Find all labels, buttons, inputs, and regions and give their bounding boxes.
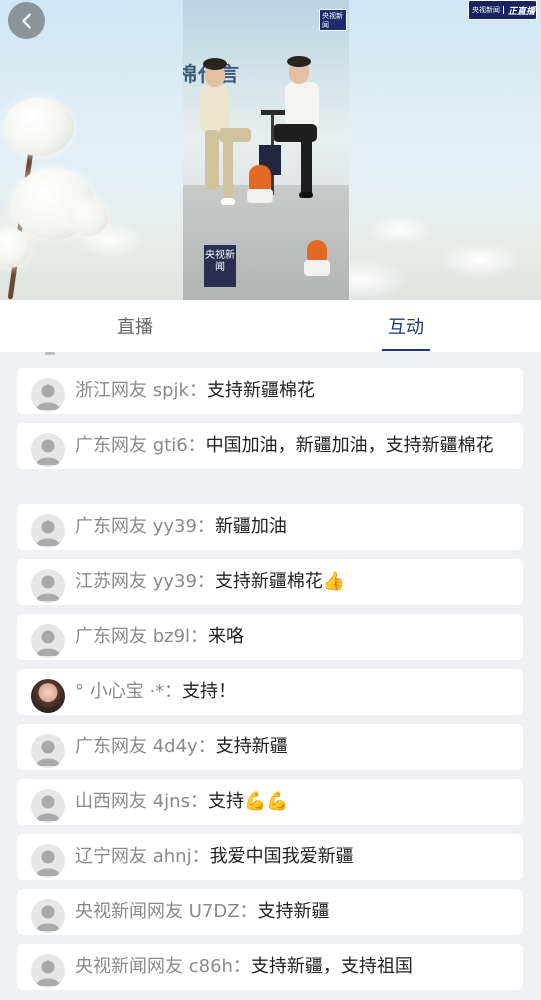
comment-item: 江苏网友 yy39：支持新疆棉花👍 (17, 559, 523, 605)
robot-mascot (249, 165, 271, 191)
comment-text: 支持新疆棉花👍 (214, 571, 346, 592)
comment-username: 广东网友 4d4y： (75, 736, 216, 757)
default-avatar-icon (31, 624, 65, 658)
live-stream-frame[interactable]: 棉代言 央视新闻 央视新闻 (183, 0, 349, 300)
comment-text: 来咯 (208, 626, 245, 647)
active-tab-indicator (382, 349, 430, 351)
default-avatar-icon (31, 734, 65, 768)
user-photo-avatar (31, 679, 65, 713)
cctv-corner-badge: 央视新闻 (319, 9, 347, 31)
live-badge: 央视新闻 正直播 (468, 0, 537, 20)
comment-username: 广东网友 gti6： (75, 435, 206, 456)
comment-item: 央视新闻网友 U7DZ：支持新疆 (17, 889, 523, 935)
comment-username: ° 小心宝 ·*： (75, 681, 183, 702)
tab-bar: 直播 互动 (0, 300, 541, 352)
default-avatar-icon (31, 514, 65, 548)
comment-item: 广东网友 yy39：新疆加油 (17, 504, 523, 550)
default-avatar-icon (31, 899, 65, 933)
default-avatar-icon (31, 844, 65, 878)
comment-username: 江苏网友 yy39： (75, 571, 215, 592)
scroll-peek-marker (45, 352, 55, 355)
default-avatar-icon (31, 789, 65, 823)
comment-item: 广东网友 bz9l：来咯 (17, 614, 523, 660)
comment-item: 广东网友 gti6：中国加油，新疆加油，支持新疆棉花 (17, 423, 523, 469)
comment-text: 支持💪💪 (207, 791, 289, 812)
comment-item: 央视新闻网友 c86h：支持新疆，支持祖国 (17, 944, 523, 990)
default-avatar-icon (31, 569, 65, 603)
comment-text: 中国加油，新疆加油，支持新疆棉花 (205, 435, 494, 456)
comment-text: 新疆加油 (214, 516, 287, 537)
comment-username: 浙江网友 spjk： (75, 380, 207, 401)
comment-item: 浙江网友 spjk：支持新疆棉花 (17, 368, 523, 414)
cotton-boll-image (4, 98, 74, 156)
tab-live[interactable]: 直播 (90, 300, 180, 352)
chevron-left-icon (21, 13, 31, 28)
live-badge-brand: 央视新闻 (469, 6, 504, 14)
comment-text: 支持！ (182, 681, 237, 702)
comment-item: 山西网友 4jns：支持💪💪 (17, 779, 523, 825)
default-avatar-icon (31, 954, 65, 988)
comment-text: 支持新疆 (257, 901, 330, 922)
cotton-boll-image (68, 200, 108, 236)
tab-interaction[interactable]: 互动 (360, 300, 452, 352)
comment-username: 山西网友 4jns： (75, 791, 208, 812)
comment-list[interactable]: 浙江网友 spjk：支持新疆棉花 广东网友 gti6：中国加油，新疆加油，支持新… (0, 352, 541, 1000)
live-badge-text: 正直播 (508, 6, 536, 17)
comment-username: 央视新闻网友 c86h： (75, 956, 251, 977)
comment-item: ° 小心宝 ·*：支持！ (17, 669, 523, 715)
comment-item: 辽宁网友 ahnj：我爱中国我爱新疆 (17, 834, 523, 880)
comment-text: 支持新疆，支持祖国 (250, 956, 413, 977)
comment-username: 广东网友 yy39： (75, 516, 215, 537)
back-button[interactable] (8, 2, 45, 39)
comment-text: 支持新疆 (215, 736, 288, 757)
robot-mascot (307, 240, 327, 262)
live-video-area[interactable]: 棉代言 央视新闻 央视新闻 (0, 0, 541, 300)
default-avatar-icon (31, 378, 65, 412)
comment-item: 广东网友 4d4y：支持新疆 (17, 724, 523, 770)
comment-username: 央视新闻网友 U7DZ： (75, 901, 258, 922)
comment-username: 广东网友 bz9l： (75, 626, 209, 647)
default-avatar-icon (31, 433, 65, 467)
comment-text: 我爱中国我爱新疆 (209, 846, 354, 867)
cctv-logo-cube: 央视新闻 (204, 245, 236, 287)
comment-text: 支持新疆棉花 (206, 380, 315, 401)
comment-username: 辽宁网友 ahnj： (75, 846, 210, 867)
